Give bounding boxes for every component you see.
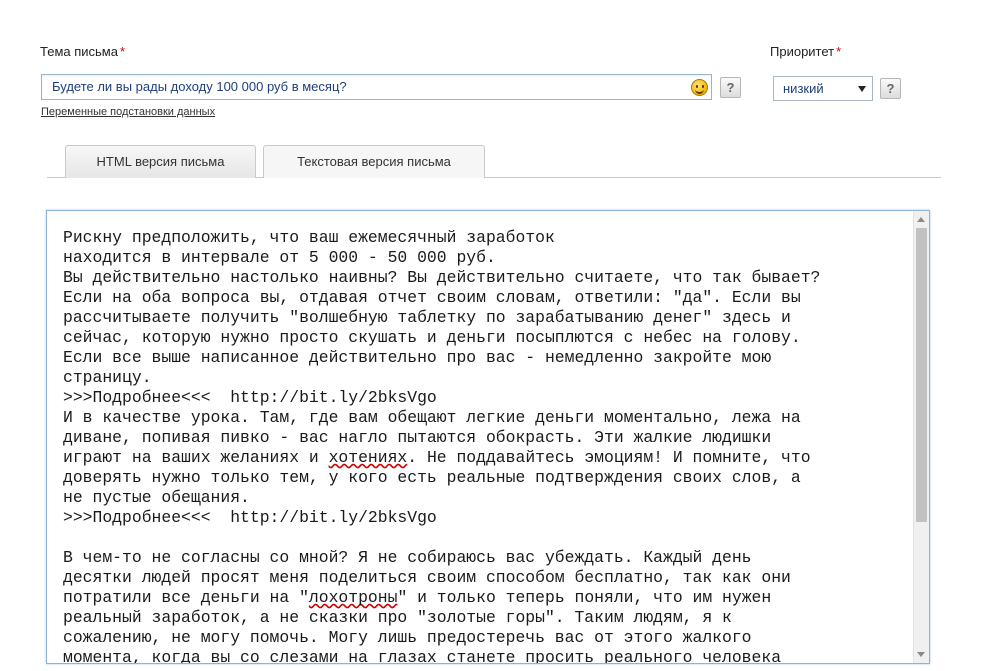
tab-html-version[interactable]: HTML версия письма [65, 145, 256, 178]
editor-line: сожалению, не могу помочь. Могу лишь пре… [63, 628, 752, 647]
priority-select[interactable]: низкий [773, 76, 873, 101]
scroll-up-icon[interactable] [917, 217, 925, 222]
editor-line: не пустые обещания. [63, 488, 250, 507]
editor-line: играют на ваших желаниях и хотениях. Не … [63, 448, 811, 467]
editor-line: Если все выше написанное действительно п… [63, 348, 772, 367]
subject-field[interactable] [41, 74, 712, 100]
subject-input[interactable] [52, 75, 672, 99]
scroll-down-icon[interactable] [917, 652, 925, 657]
editor-line: диване, попивая пивко - вас нагло пытают… [63, 428, 772, 447]
priority-selected-value: низкий [783, 81, 824, 96]
priority-label-text: Приоритет [770, 44, 835, 59]
editor-line: сейчас, которую нужно просто скушать и д… [63, 328, 801, 347]
editor-line: потратили все деньги на "лохотроны" и то… [63, 588, 772, 607]
editor-line: И в качестве урока. Там, где вам обещают… [63, 408, 801, 427]
subject-label: Тема письма * [40, 44, 125, 59]
editor-line: Рискну предположить, что ваш ежемесячный… [63, 228, 555, 247]
misspelled-word: лохотроны [308, 588, 398, 607]
editor-line: рассчитываете получить "волшебную таблет… [63, 308, 791, 327]
variables-link[interactable]: Переменные подстановки данных [41, 106, 215, 118]
required-mark: * [119, 44, 126, 59]
editor-line: десятки людей просят меня поделиться сво… [63, 568, 791, 587]
editor-line: В чем-то не согласны со мной? Я не собир… [63, 548, 752, 567]
subject-help-button[interactable]: ? [720, 77, 741, 98]
editor-line: реальный заработок, а не сказки про "зол… [63, 608, 732, 627]
editor-line: >>>Подробнее<<< http://bit.ly/2bksVgo [63, 508, 437, 527]
editor-line: доверять нужно только тем, у кого есть р… [63, 468, 801, 487]
tab-text-version[interactable]: Текстовая версия письма [263, 145, 485, 178]
required-mark: * [836, 44, 842, 59]
editor-line: момента, когда вы со слезами на глазах с… [63, 648, 782, 664]
scrollbar-thumb[interactable] [916, 228, 927, 522]
text-version-editor[interactable]: Рискну предположить, что ваш ежемесячный… [46, 210, 930, 664]
smiley-icon[interactable] [691, 79, 708, 96]
editor-line: >>>Подробнее<<< http://bit.ly/2bksVgo [63, 388, 437, 407]
editor-line: Вы действительно настолько наивны? Вы де… [63, 268, 821, 287]
editor-scrollbar[interactable] [913, 211, 929, 663]
chevron-down-icon [858, 86, 866, 92]
editor-line: страницу. [63, 368, 152, 387]
subject-label-text: Тема письма [40, 44, 118, 59]
editor-content[interactable]: Рискну предположить, что ваш ежемесячный… [63, 228, 909, 664]
editor-line: Если на оба вопроса вы, отдавая отчет св… [63, 288, 801, 307]
misspelled-word: хотениях [328, 448, 408, 467]
priority-label: Приоритет * [770, 44, 841, 59]
editor-line: находится в интервале от 5 000 - 50 000 … [63, 248, 496, 267]
priority-help-button[interactable]: ? [880, 78, 901, 99]
